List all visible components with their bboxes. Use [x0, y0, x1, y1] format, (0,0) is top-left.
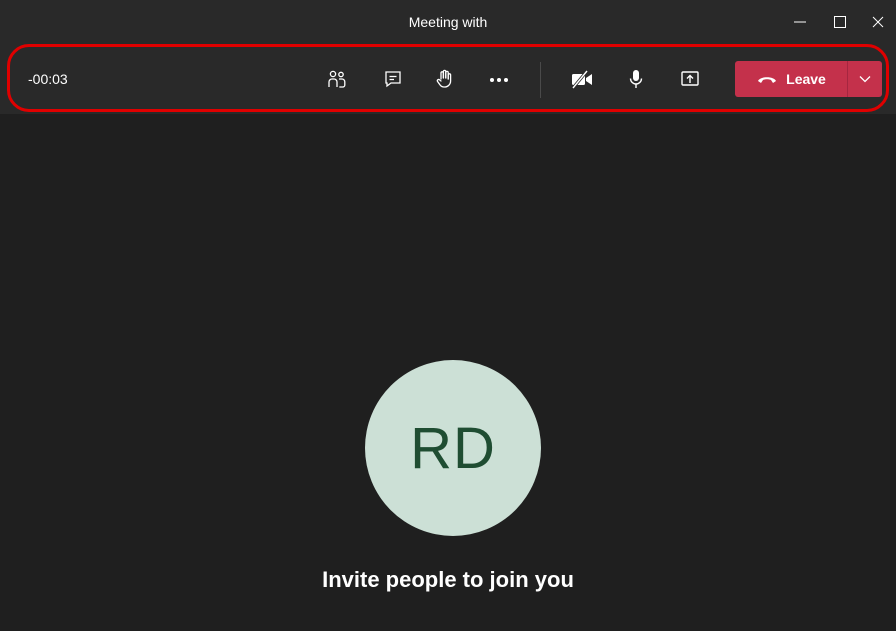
minimize-button[interactable] [780, 0, 820, 44]
chat-icon [385, 71, 401, 88]
leave-options-button[interactable] [848, 61, 882, 97]
toolbar-divider [540, 62, 541, 98]
maximize-icon [834, 16, 846, 28]
title-bar: Meeting with [0, 0, 896, 44]
microphone-icon [629, 70, 643, 88]
meeting-timer: -00:03 [28, 71, 68, 87]
leave-button-group: Leave [735, 61, 882, 97]
avatar: RD [365, 360, 541, 536]
close-icon [872, 16, 884, 28]
maximize-button[interactable] [820, 0, 860, 44]
minimize-icon [794, 21, 806, 23]
camera-toggle-button[interactable] [565, 62, 599, 96]
hang-up-icon [758, 77, 777, 83]
hand-icon [436, 69, 452, 88]
raise-hand-button[interactable] [428, 62, 462, 96]
chevron-down-icon [859, 76, 871, 83]
mic-toggle-button[interactable] [619, 62, 653, 96]
participants-button[interactable] [320, 62, 354, 96]
window-title: Meeting with [408, 14, 488, 30]
people-icon [328, 70, 346, 88]
more-actions-button[interactable] [482, 62, 516, 96]
leave-button[interactable]: Leave [735, 61, 847, 97]
share-screen-button[interactable] [673, 62, 707, 96]
camera-off-icon [571, 70, 592, 89]
leave-label: Leave [786, 71, 826, 87]
chat-button[interactable] [376, 62, 410, 96]
invite-message: Invite people to join you [322, 567, 574, 592]
ellipsis-icon [490, 78, 508, 82]
close-button[interactable] [858, 0, 896, 44]
share-tray-icon [681, 71, 699, 86]
avatar-initials: RD [410, 415, 496, 481]
